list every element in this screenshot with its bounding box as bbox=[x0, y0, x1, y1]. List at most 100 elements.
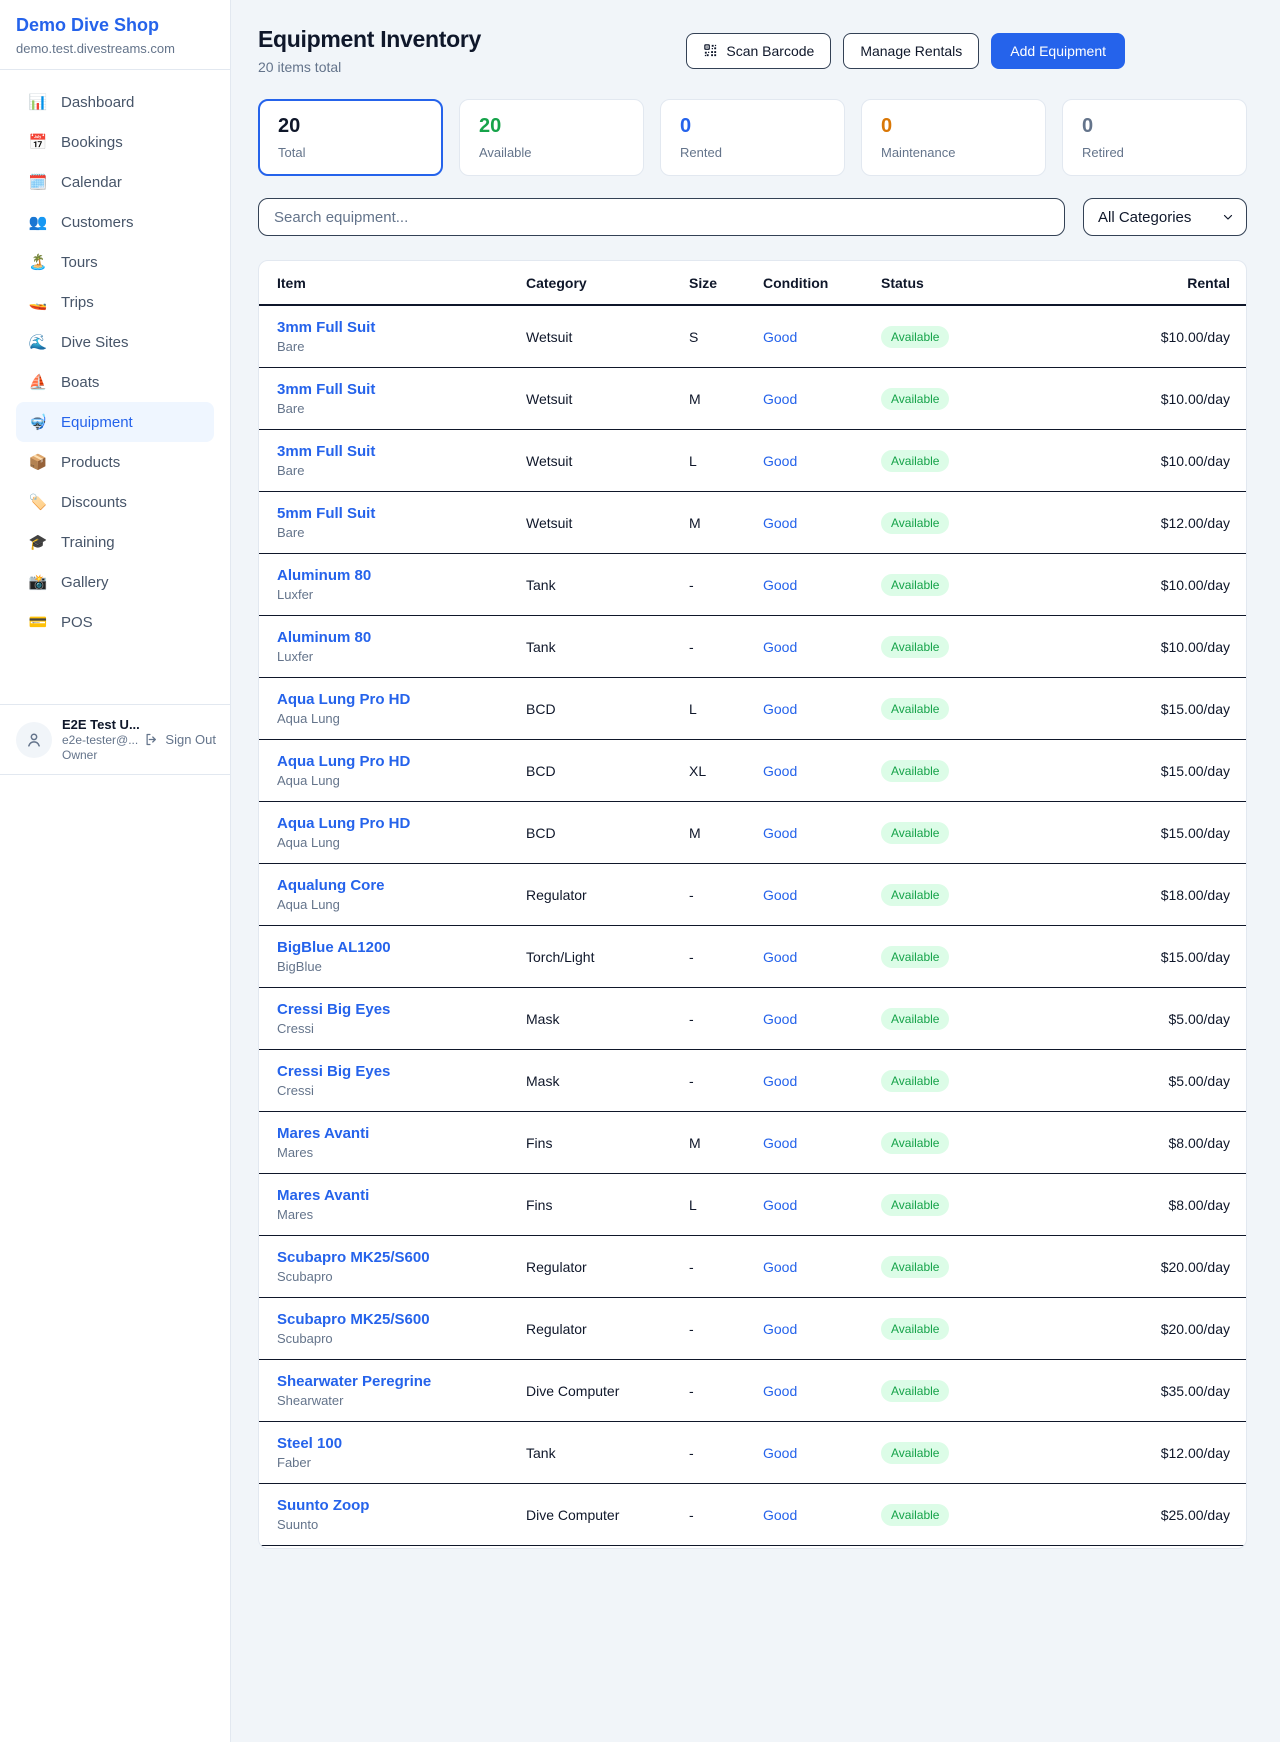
item-link[interactable]: Scubapro MK25/S600 bbox=[277, 1311, 526, 1328]
condition-link[interactable]: Good bbox=[763, 1507, 881, 1523]
condition-link[interactable]: Good bbox=[763, 1383, 881, 1399]
condition-link[interactable]: Good bbox=[763, 515, 881, 531]
condition-link[interactable]: Good bbox=[763, 329, 881, 345]
condition-link[interactable]: Good bbox=[763, 1445, 881, 1461]
item-cell: Steel 100 Faber bbox=[277, 1435, 526, 1470]
condition-link[interactable]: Good bbox=[763, 1197, 881, 1213]
item-link[interactable]: Mares Avanti bbox=[277, 1187, 526, 1204]
sidebar-item-training[interactable]: 🎓 Training bbox=[16, 522, 214, 562]
condition-link[interactable]: Good bbox=[763, 1259, 881, 1275]
rental-price: $10.00/day bbox=[1061, 577, 1230, 593]
item-link[interactable]: Aluminum 80 bbox=[277, 567, 526, 584]
camera-icon: 📸 bbox=[28, 573, 48, 591]
stat-card-available[interactable]: 20 Available bbox=[459, 99, 644, 176]
sidebar-item-equipment[interactable]: 🤿 Equipment bbox=[16, 402, 214, 442]
item-link[interactable]: Aluminum 80 bbox=[277, 629, 526, 646]
item-link[interactable]: Aqua Lung Pro HD bbox=[277, 753, 526, 770]
condition-link[interactable]: Good bbox=[763, 577, 881, 593]
rental-price: $12.00/day bbox=[1061, 515, 1230, 531]
column-header-item: Item bbox=[277, 275, 526, 291]
size-cell: - bbox=[689, 1259, 763, 1275]
add-equipment-button[interactable]: Add Equipment bbox=[991, 33, 1125, 69]
condition-link[interactable]: Good bbox=[763, 701, 881, 717]
scan-barcode-button[interactable]: Scan Barcode bbox=[686, 33, 831, 69]
stat-card-rented[interactable]: 0 Rented bbox=[660, 99, 845, 176]
item-link[interactable]: Aqualung Core bbox=[277, 877, 526, 894]
status-cell: Available bbox=[881, 1504, 1061, 1526]
sidebar-item-customers[interactable]: 👥 Customers bbox=[16, 202, 214, 242]
stat-card-maintenance[interactable]: 0 Maintenance bbox=[861, 99, 1046, 176]
category-select[interactable]: All Categories bbox=[1083, 198, 1247, 236]
item-link[interactable]: Aqua Lung Pro HD bbox=[277, 691, 526, 708]
sidebar-item-dive-sites[interactable]: 🌊 Dive Sites bbox=[16, 322, 214, 362]
status-badge: Available bbox=[881, 1442, 949, 1464]
stat-label: Total bbox=[278, 145, 423, 160]
category-cell: Wetsuit bbox=[526, 453, 689, 469]
user-email: e2e-tester@... bbox=[62, 733, 134, 747]
sidebar-item-trips[interactable]: 🚤 Trips bbox=[16, 282, 214, 322]
condition-link[interactable]: Good bbox=[763, 763, 881, 779]
condition-link[interactable]: Good bbox=[763, 639, 881, 655]
table-row-3mm-full-suit: 3mm Full Suit Bare Wetsuit S Good Availa… bbox=[259, 306, 1246, 368]
item-link[interactable]: Cressi Big Eyes bbox=[277, 1001, 526, 1018]
condition-link[interactable]: Good bbox=[763, 1135, 881, 1151]
sidebar-item-bookings[interactable]: 📅 Bookings bbox=[16, 122, 214, 162]
item-link[interactable]: Shearwater Peregrine bbox=[277, 1373, 526, 1390]
stat-value: 20 bbox=[479, 115, 624, 138]
condition-link[interactable]: Good bbox=[763, 825, 881, 841]
condition-link[interactable]: Good bbox=[763, 391, 881, 407]
item-brand: Bare bbox=[277, 339, 526, 354]
condition-link[interactable]: Good bbox=[763, 1011, 881, 1027]
sidebar-item-boats[interactable]: ⛵ Boats bbox=[16, 362, 214, 402]
calendar-icon: 📅 bbox=[28, 133, 48, 151]
condition-link[interactable]: Good bbox=[763, 1321, 881, 1337]
item-link[interactable]: 3mm Full Suit bbox=[277, 381, 526, 398]
rental-price: $35.00/day bbox=[1061, 1383, 1230, 1399]
status-badge: Available bbox=[881, 946, 949, 968]
item-brand: Luxfer bbox=[277, 649, 526, 664]
status-cell: Available bbox=[881, 388, 1061, 410]
status-badge: Available bbox=[881, 1256, 949, 1278]
stat-card-retired[interactable]: 0 Retired bbox=[1062, 99, 1247, 176]
item-link[interactable]: Cressi Big Eyes bbox=[277, 1063, 526, 1080]
item-link[interactable]: 5mm Full Suit bbox=[277, 505, 526, 522]
status-cell: Available bbox=[881, 1008, 1061, 1030]
category-cell: Tank bbox=[526, 1445, 689, 1461]
item-link[interactable]: Scubapro MK25/S600 bbox=[277, 1249, 526, 1266]
sidebar-item-tours[interactable]: 🏝️ Tours bbox=[16, 242, 214, 282]
sidebar-item-calendar[interactable]: 🗓️ Calendar bbox=[16, 162, 214, 202]
condition-link[interactable]: Good bbox=[763, 1073, 881, 1089]
condition-link[interactable]: Good bbox=[763, 887, 881, 903]
equipment-table: Item Category Size Condition Status Rent… bbox=[258, 260, 1247, 1549]
condition-link[interactable]: Good bbox=[763, 453, 881, 469]
sidebar-item-dashboard[interactable]: 📊 Dashboard bbox=[16, 82, 214, 122]
stat-label: Rented bbox=[680, 145, 825, 160]
item-cell: Shearwater Peregrine Shearwater bbox=[277, 1373, 526, 1408]
user-name: E2E Test U... bbox=[62, 717, 134, 732]
category-cell: BCD bbox=[526, 701, 689, 717]
sidebar-item-discounts[interactable]: 🏷️ Discounts bbox=[16, 482, 214, 522]
sidebar-item-gallery[interactable]: 📸 Gallery bbox=[16, 562, 214, 602]
status-badge: Available bbox=[881, 512, 949, 534]
table-row-scubapro-mk25-s600: Scubapro MK25/S600 Scubapro Regulator - … bbox=[259, 1236, 1246, 1298]
sidebar-item-pos[interactable]: 💳 POS bbox=[16, 602, 214, 642]
item-link[interactable]: BigBlue AL1200 bbox=[277, 939, 526, 956]
stat-card-total[interactable]: 20 Total bbox=[258, 99, 443, 176]
category-selected-value: All Categories bbox=[1098, 209, 1191, 226]
item-cell: Mares Avanti Mares bbox=[277, 1125, 526, 1160]
search-input[interactable] bbox=[258, 198, 1065, 236]
item-cell: 5mm Full Suit Bare bbox=[277, 505, 526, 540]
item-link[interactable]: Aqua Lung Pro HD bbox=[277, 815, 526, 832]
item-link[interactable]: 3mm Full Suit bbox=[277, 443, 526, 460]
bar-chart-icon: 📊 bbox=[28, 93, 48, 111]
scan-barcode-label: Scan Barcode bbox=[726, 43, 814, 59]
item-link[interactable]: Steel 100 bbox=[277, 1435, 526, 1452]
item-link[interactable]: Mares Avanti bbox=[277, 1125, 526, 1142]
sign-out-button[interactable]: Sign Out bbox=[144, 732, 216, 747]
item-link[interactable]: Suunto Zoop bbox=[277, 1497, 526, 1514]
sidebar-item-products[interactable]: 📦 Products bbox=[16, 442, 214, 482]
condition-link[interactable]: Good bbox=[763, 949, 881, 965]
brand-title[interactable]: Demo Dive Shop bbox=[16, 15, 214, 36]
item-link[interactable]: 3mm Full Suit bbox=[277, 319, 526, 336]
manage-rentals-button[interactable]: Manage Rentals bbox=[843, 33, 979, 69]
